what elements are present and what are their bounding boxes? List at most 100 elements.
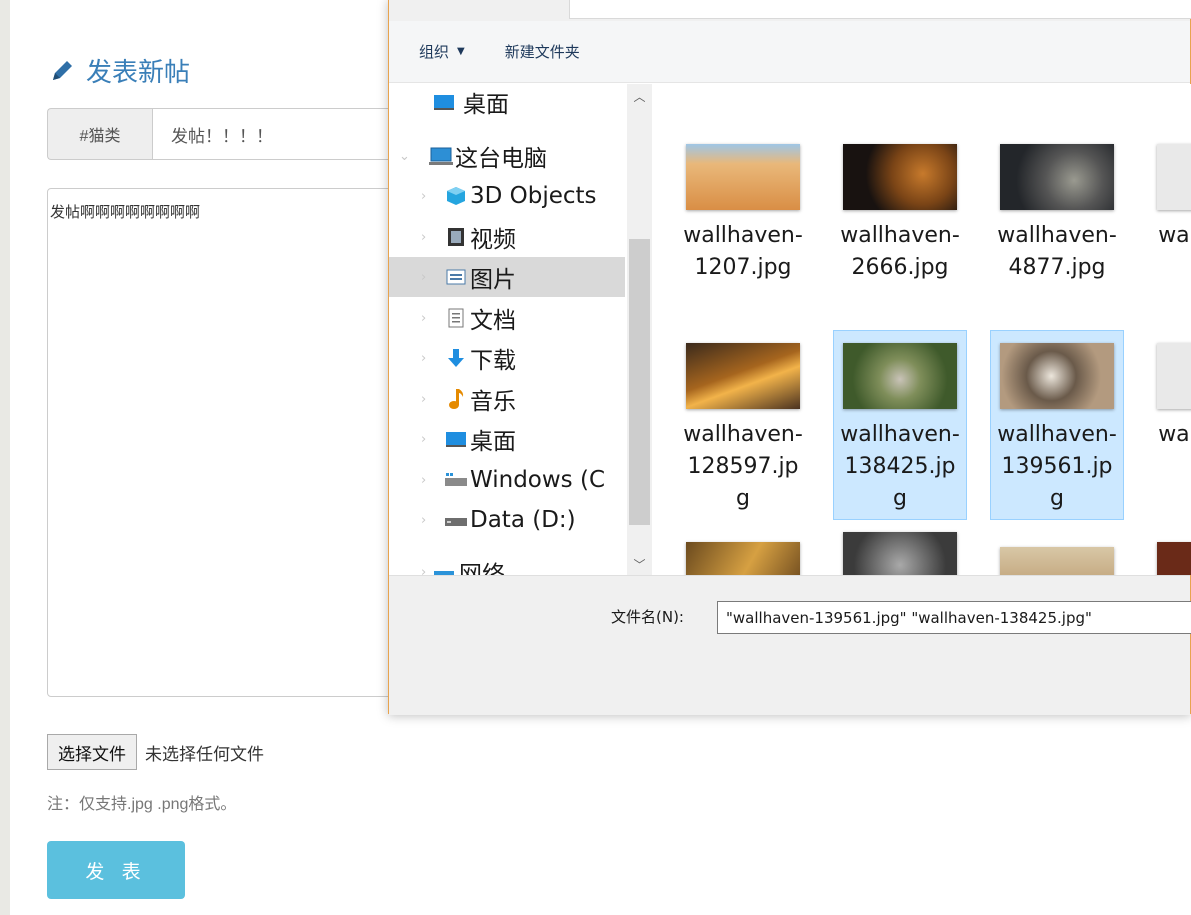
file-thumbnail	[686, 343, 800, 409]
nav-item-label: 图片	[470, 267, 516, 293]
file-name: wallhaven-...	[1158, 422, 1191, 447]
chevron-right-icon: ›	[421, 229, 427, 245]
scroll-down-arrow-icon[interactable]: ﹀	[627, 556, 652, 573]
nav-item-label: 这台电脑	[455, 146, 547, 172]
desktop-icon	[432, 91, 456, 113]
file-upload-row: 选择文件 未选择任何文件	[47, 734, 264, 770]
submit-button[interactable]: 发 表	[47, 841, 185, 899]
3d-objects-icon	[444, 185, 468, 207]
nav-item-drive-d[interactable]: › Data (D:)	[389, 500, 625, 540]
nav-item-label: 下载	[470, 348, 516, 374]
organize-button[interactable]: 组织 ▼	[419, 41, 465, 62]
nav-item-label: 音乐	[470, 389, 516, 415]
file-name: wallhaven-139561.jpg	[997, 422, 1117, 511]
nav-item-documents[interactable]: › 文档	[389, 298, 625, 338]
file-thumbnail	[1000, 144, 1114, 210]
category-tag: #猫类	[47, 108, 152, 160]
address-input[interactable]	[569, 0, 1191, 19]
nav-item-drive-c[interactable]: › Windows (C	[389, 460, 625, 500]
file-thumbnail	[843, 532, 957, 575]
nav-item-label: 桌面	[463, 92, 509, 118]
download-icon	[444, 347, 468, 369]
nav-item-downloads[interactable]: › 下载	[389, 338, 625, 378]
file-item-selected[interactable]: wallhaven-138425.jpg	[833, 330, 967, 520]
file-item[interactable]: wallhaven-2666.jpg	[833, 131, 967, 321]
chevron-right-icon: ›	[421, 350, 427, 366]
file-thumbnail	[1000, 343, 1114, 409]
nav-item-label: 网络	[459, 562, 505, 575]
page-title: 发表新帖	[48, 52, 190, 89]
nav-item-label: Data (D:)	[470, 507, 576, 533]
nav-item-this-pc[interactable]: ⌄ 这台电脑	[389, 136, 625, 176]
nav-item-label: Windows (C	[470, 467, 606, 493]
nav-item-pictures[interactable]: › 图片	[389, 257, 625, 297]
file-thumbnail	[1157, 343, 1191, 409]
file-name: wallhaven-2666.jpg	[840, 223, 960, 280]
file-name: wallhaven-128597.jpg	[683, 422, 803, 511]
music-icon	[444, 388, 468, 410]
new-folder-button[interactable]: 新建文件夹	[505, 41, 580, 62]
scroll-up-arrow-icon[interactable]: ︿	[627, 88, 652, 105]
post-content-textarea[interactable]: 发帖啊啊啊啊啊啊啊啊	[47, 188, 412, 697]
chevron-right-icon: ›	[421, 188, 427, 204]
file-name: wallhaven-...	[1158, 223, 1191, 248]
computer-icon	[429, 145, 453, 167]
post-title-input[interactable]: 发帖！！！！	[152, 108, 412, 160]
dialog-footer: 文件名(N): "wallhaven-139561.jpg" "wallhave…	[389, 575, 1191, 715]
file-open-dialog: 组织 ▼ 新建文件夹 桌面 ⌄ 这台电脑 › 3D Objects › 视频 ›	[388, 0, 1191, 715]
chevron-right-icon: ›	[421, 391, 427, 407]
chevron-right-icon: ›	[421, 431, 427, 447]
chevron-down-icon: ▼	[457, 46, 465, 57]
navigation-pane: 桌面 ⌄ 这台电脑 › 3D Objects › 视频 › 图片 › 文档 ›	[389, 84, 652, 575]
nav-item-label: 桌面	[470, 429, 516, 455]
file-thumbnail	[686, 542, 800, 575]
nav-item-desktop-2[interactable]: › 桌面	[389, 419, 625, 459]
video-icon	[444, 226, 468, 248]
chevron-right-icon: ›	[421, 310, 427, 326]
file-thumbnail	[686, 144, 800, 210]
network-icon	[432, 561, 456, 575]
dialog-address-bar	[389, 0, 1191, 21]
file-item[interactable]	[1147, 529, 1191, 575]
file-item[interactable]	[676, 529, 810, 575]
chevron-right-icon: ›	[421, 472, 427, 488]
nav-item-desktop[interactable]: 桌面	[389, 84, 625, 122]
file-thumbnail	[1157, 144, 1191, 210]
nav-item-videos[interactable]: › 视频	[389, 217, 625, 257]
file-thumbnail	[1157, 542, 1191, 575]
file-thumbnail	[843, 343, 957, 409]
format-note: 注：仅支持.jpg .png格式。	[47, 796, 237, 813]
file-status-text: 未选择任何文件	[145, 744, 264, 764]
pencil-icon	[48, 57, 76, 85]
nav-item-label: 3D Objects	[470, 183, 597, 209]
nav-scrollbar[interactable]: ︿ ﹀	[627, 84, 652, 575]
file-grid: wallhaven-1207.jpg wallhaven-2666.jpg wa…	[655, 84, 1191, 575]
file-item-selected[interactable]: wallhaven-139561.jpg	[990, 330, 1124, 520]
organize-label: 组织	[419, 43, 450, 61]
file-item[interactable]	[990, 534, 1124, 575]
page-title-text: 发表新帖	[86, 57, 191, 87]
chevron-right-icon: ›	[421, 269, 427, 285]
file-item[interactable]	[833, 519, 967, 575]
file-item[interactable]: wallhaven-...	[1147, 330, 1191, 520]
choose-file-button[interactable]: 选择文件	[47, 734, 137, 770]
file-item[interactable]: wallhaven-1207.jpg	[676, 131, 810, 321]
desktop-icon	[444, 428, 468, 450]
file-item[interactable]: wallhaven-...	[1147, 131, 1191, 321]
filename-input[interactable]: "wallhaven-139561.jpg" "wallhaven-138425…	[717, 601, 1191, 634]
nav-item-3d-objects[interactable]: › 3D Objects	[389, 176, 625, 216]
file-name: wallhaven-4877.jpg	[997, 223, 1117, 280]
filename-label: 文件名(N):	[611, 608, 684, 626]
documents-icon	[444, 307, 468, 329]
file-item[interactable]: wallhaven-128597.jpg	[676, 330, 810, 520]
file-name: wallhaven-1207.jpg	[683, 223, 803, 280]
nav-item-network[interactable]: › 网络	[389, 552, 625, 575]
nav-item-music[interactable]: › 音乐	[389, 379, 625, 419]
nav-scrollbar-thumb[interactable]	[629, 239, 650, 525]
pictures-icon	[444, 266, 468, 288]
nav-item-label: 视频	[470, 227, 516, 253]
file-item[interactable]: wallhaven-4877.jpg	[990, 131, 1124, 321]
dialog-toolbar: 组织 ▼ 新建文件夹	[389, 21, 1190, 83]
chevron-right-icon: ›	[421, 564, 427, 576]
file-thumbnail	[843, 144, 957, 210]
